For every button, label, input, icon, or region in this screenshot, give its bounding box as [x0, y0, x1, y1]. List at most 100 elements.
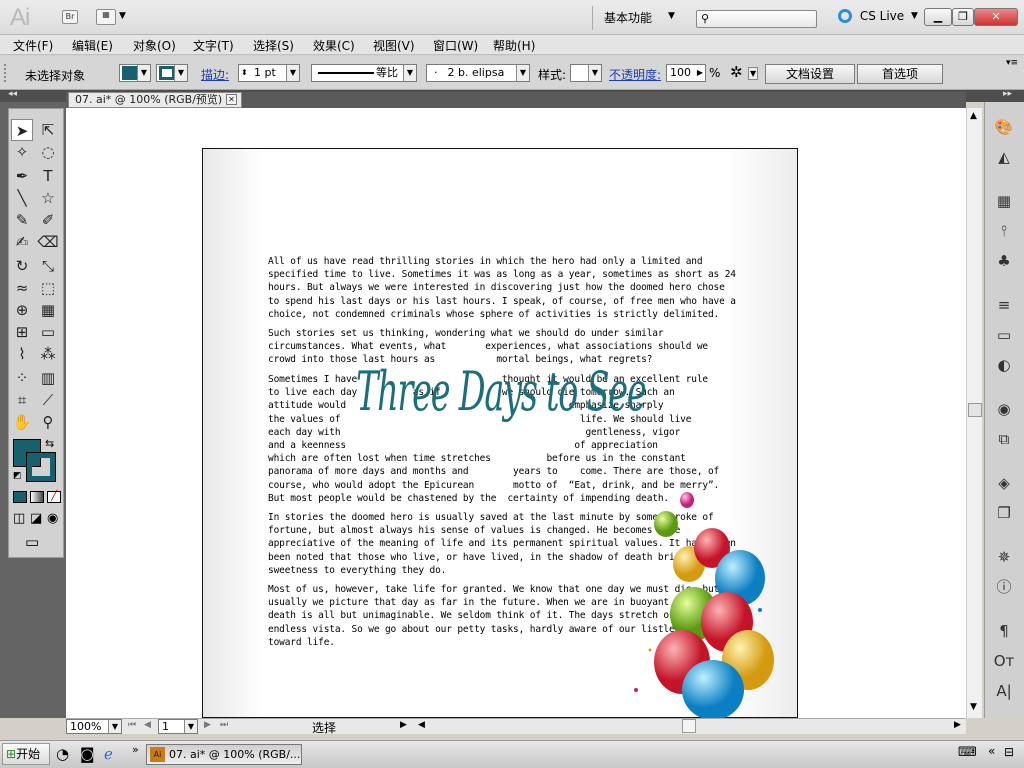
- draw-normal-icon[interactable]: ◫: [13, 511, 25, 526]
- direct-selection-tool-icon[interactable]: ⇱: [37, 119, 59, 141]
- rotate-tool-icon[interactable]: ↻: [11, 255, 33, 277]
- tray-expand-icon[interactable]: «: [988, 744, 995, 758]
- status-mode[interactable]: 选择: [312, 719, 336, 736]
- expand-icon[interactable]: ▸▸: [1003, 89, 1012, 99]
- blob-brush-tool-icon[interactable]: ✍: [11, 231, 33, 253]
- vertical-scrollbar[interactable]: ▲ ▼: [966, 108, 982, 718]
- cs-live-menu[interactable]: CS Live ▼: [838, 8, 918, 23]
- graphic-style-picker[interactable]: ▼: [570, 64, 602, 82]
- taskbar-illustrator-item[interactable]: Ai 07. ai* @ 100% (RGB/...: [146, 744, 302, 765]
- stroke-color-icon[interactable]: [26, 452, 56, 482]
- layers-icon[interactable]: ◈: [993, 472, 1015, 494]
- eyedropper-tool-icon[interactable]: ⌇: [11, 343, 33, 365]
- line-tool-icon[interactable]: ╲: [11, 187, 33, 209]
- panel-menu-icon[interactable]: ▾≡: [1006, 58, 1018, 68]
- close-tab-icon[interactable]: ✕: [226, 94, 237, 105]
- magic-wand-tool-icon[interactable]: ✧: [11, 141, 33, 163]
- menu-file[interactable]: 文件(F): [13, 37, 53, 54]
- selection-tool-icon[interactable]: ➤: [11, 119, 33, 141]
- zoom-tool-icon[interactable]: ⚲: [37, 411, 59, 433]
- minimize-button[interactable]: ▁: [924, 8, 952, 26]
- workspace-switcher[interactable]: 基本功能 ▼: [604, 9, 680, 27]
- menu-window[interactable]: 窗口(W): [433, 37, 478, 54]
- scroll-thumb[interactable]: [968, 403, 982, 417]
- navigator-icon[interactable]: ✵: [993, 546, 1015, 568]
- document-setup-button[interactable]: 文档设置: [765, 64, 855, 84]
- artboard-tool-icon[interactable]: ⌗: [11, 389, 33, 411]
- page-input[interactable]: 1 ▼: [158, 719, 198, 734]
- menu-type[interactable]: 文字(T): [193, 37, 234, 54]
- pen-tool-icon[interactable]: ✒: [11, 165, 33, 187]
- stepper-icon[interactable]: ⬍: [241, 65, 248, 81]
- warp-tool-icon[interactable]: ≈: [11, 277, 33, 299]
- opacity-label[interactable]: 不透明度:: [609, 66, 661, 83]
- opacity-input[interactable]: 100 ▶: [666, 64, 706, 82]
- opentype-icon[interactable]: Oт: [993, 650, 1015, 672]
- balloons-image[interactable]: [600, 480, 797, 718]
- menu-effect[interactable]: 效果(C): [313, 37, 355, 54]
- ie-icon[interactable]: ℯ: [104, 745, 113, 763]
- variable-width-profile[interactable]: 等比 ▼: [311, 64, 417, 82]
- character-icon[interactable]: A|: [993, 680, 1015, 702]
- scale-tool-icon[interactable]: ⤡: [37, 255, 59, 277]
- browser-icon[interactable]: ◔: [56, 745, 69, 763]
- chevron-down-icon[interactable]: ▼: [119, 11, 126, 21]
- menu-edit[interactable]: 编辑(E): [72, 37, 113, 54]
- menu-object[interactable]: 对象(O): [133, 37, 176, 54]
- last-page-icon[interactable]: ⏭: [220, 720, 228, 730]
- scroll-right-icon[interactable]: ▶: [954, 720, 961, 730]
- arrange-documents-icon[interactable]: ▦: [96, 9, 116, 25]
- start-button[interactable]: ⊞开始: [2, 743, 50, 765]
- menu-help[interactable]: 帮助(H): [493, 37, 535, 54]
- brushes-icon[interactable]: ⫯: [993, 220, 1015, 242]
- previous-page-icon[interactable]: ◀: [144, 720, 151, 730]
- chevron-down-icon[interactable]: ▼: [748, 67, 759, 80]
- scroll-up-icon[interactable]: ▲: [970, 111, 977, 121]
- next-page-icon[interactable]: ▶: [204, 720, 211, 730]
- horizontal-scroll-thumb[interactable]: [682, 719, 696, 733]
- screen-mode-icon[interactable]: ▭: [25, 533, 39, 551]
- shape-builder-tool-icon[interactable]: ⊕: [11, 299, 33, 321]
- collapse-icon[interactable]: ◂◂: [8, 89, 17, 99]
- pencil-tool-icon[interactable]: ✐: [37, 209, 59, 231]
- brush-definition[interactable]: · 2 b. elipsa ▼: [426, 64, 530, 82]
- free-transform-tool-icon[interactable]: ⬚: [37, 277, 59, 299]
- symbol-sprayer-tool-icon[interactable]: ⁘: [11, 367, 33, 389]
- gradient-panel-icon[interactable]: ▭: [993, 324, 1015, 346]
- star-tool-icon[interactable]: ☆: [37, 187, 59, 209]
- swap-colors-icon[interactable]: ⇆: [45, 437, 54, 450]
- mesh-tool-icon[interactable]: ⊞: [11, 321, 33, 343]
- artboards-icon[interactable]: ❐: [993, 502, 1015, 524]
- graphic-styles-icon[interactable]: ⧉: [993, 428, 1015, 450]
- chevron-right-icon[interactable]: ▶: [697, 65, 703, 81]
- scroll-down-icon[interactable]: ▼: [970, 702, 977, 712]
- hand-tool-icon[interactable]: ✋: [11, 411, 33, 433]
- symbols-icon[interactable]: ♣: [993, 250, 1015, 272]
- paintbrush-tool-icon[interactable]: ✎: [11, 209, 33, 231]
- keyboard-icon[interactable]: ⌨: [958, 745, 977, 760]
- stroke-label[interactable]: 描边:: [201, 66, 229, 83]
- appearance-icon[interactable]: ◉: [993, 398, 1015, 420]
- search-input[interactable]: ⚲: [696, 10, 817, 28]
- color-guide-icon[interactable]: ◭: [993, 146, 1015, 168]
- close-button[interactable]: ✕: [974, 8, 1018, 26]
- first-page-icon[interactable]: ⏮: [128, 720, 136, 730]
- draw-inside-icon[interactable]: ◉: [47, 511, 58, 526]
- stroke-color-picker[interactable]: ▼: [156, 64, 188, 82]
- zoom-select[interactable]: 100% ▼: [66, 719, 122, 734]
- status-menu-icon[interactable]: ▶: [400, 720, 407, 730]
- stroke-weight-input[interactable]: ⬍ 1 pt ▼: [238, 64, 300, 82]
- column-graph-tool-icon[interactable]: ▥: [37, 367, 59, 389]
- gradient-mode-icon[interactable]: [30, 491, 44, 503]
- perspective-grid-tool-icon[interactable]: ▦: [37, 299, 59, 321]
- paragraph-icon[interactable]: ¶: [993, 620, 1015, 642]
- color-panel-icon[interactable]: 🎨: [993, 116, 1015, 138]
- type-tool-icon[interactable]: T: [37, 165, 59, 187]
- gradient-tool-icon[interactable]: ▭: [37, 321, 59, 343]
- color-mode-icon[interactable]: [13, 491, 27, 503]
- info-icon[interactable]: ⓘ: [993, 576, 1015, 598]
- grip-handle[interactable]: [4, 64, 10, 82]
- stroke-panel-icon[interactable]: ≡: [993, 294, 1015, 316]
- eraser-tool-icon[interactable]: ⌫: [37, 231, 59, 253]
- document-tab[interactable]: 07. ai* @ 100% (RGB/预览) ✕: [68, 92, 242, 108]
